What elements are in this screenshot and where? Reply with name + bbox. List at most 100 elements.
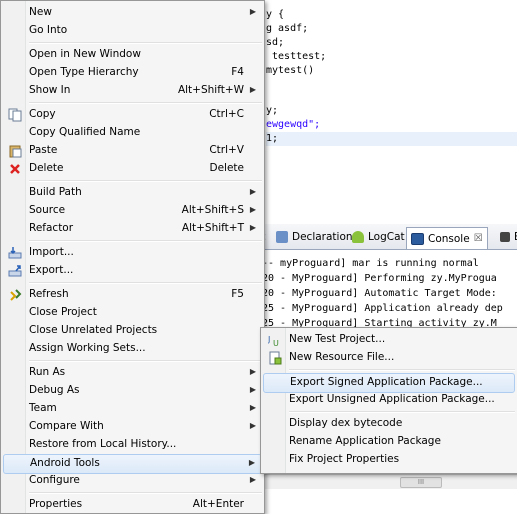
scrollbar-thumb[interactable]: III	[400, 477, 442, 488]
code-line: y;	[266, 105, 279, 116]
menu-item-new-test-project[interactable]: J U New Test Project...	[263, 331, 515, 349]
submenu-arrow-icon: ▶	[249, 223, 256, 232]
tab-logcat[interactable]: LogCat	[348, 227, 409, 247]
delete-icon	[7, 161, 23, 177]
menu-item-import[interactable]: Import...	[3, 244, 262, 262]
menu-item-label: Refresh	[29, 288, 69, 300]
menu-separator	[29, 492, 262, 494]
console-icon	[411, 232, 424, 245]
android-tools-submenu: J U New Test Project... New Resource File..…	[260, 327, 517, 474]
menu-item-label: Copy Qualified Name	[29, 126, 141, 138]
menu-item-shortcut: Alt+Enter	[192, 498, 244, 510]
menu-item-shortcut: Delete	[209, 162, 245, 174]
menu-item-new-resource-file[interactable]: New Resource File...	[263, 349, 515, 367]
menu-item-show-in[interactable]: Show In Alt+Shift+W ▶	[3, 82, 262, 100]
menu-item-label: Open Type Hierarchy	[29, 66, 139, 78]
menu-item-shortcut: Ctrl+V	[209, 144, 244, 156]
menu-separator	[29, 360, 262, 362]
code-line: y {	[266, 9, 285, 20]
submenu-arrow-icon: ▶	[249, 205, 256, 214]
menu-item-label: Copy	[29, 108, 56, 120]
new-resource-icon	[267, 350, 283, 366]
view-tab-bar: c Declaration LogCat Console ☒ E	[260, 224, 517, 250]
declaration-icon	[276, 231, 288, 243]
code-line: sd;	[266, 37, 285, 48]
horizontal-scrollbar[interactable]: III	[260, 474, 517, 489]
menu-item-label: Open in New Window	[29, 48, 141, 60]
menu-item-label: Properties	[29, 498, 83, 510]
menu-item-label: Close Project	[29, 306, 97, 318]
code-line: testtest;	[266, 51, 327, 62]
menu-separator	[29, 180, 262, 182]
menu-item-label: Export Signed Application Package...	[290, 376, 483, 388]
menu-item-label: Compare With	[29, 420, 104, 432]
menu-item-source[interactable]: Source Alt+Shift+S ▶	[3, 202, 262, 220]
menu-item-label: Restore from Local History...	[29, 438, 177, 450]
menu-item-label: Assign Working Sets...	[29, 342, 146, 354]
menu-item-android-tools[interactable]: Android Tools ▶	[3, 454, 262, 474]
menu-item-go-into[interactable]: Go Into	[3, 22, 262, 40]
menu-item-copy-qualified-name[interactable]: Copy Qualified Name	[3, 124, 262, 142]
menu-item-export-unsigned-application-package[interactable]: Export Unsigned Application Package...	[263, 391, 515, 409]
menu-item-refresh[interactable]: Refresh F5	[3, 286, 262, 304]
menu-item-close-project[interactable]: Close Project	[3, 304, 262, 322]
submenu-arrow-icon: ▶	[249, 187, 256, 196]
console-line: 25 - MyProguard] Application already dep	[262, 303, 503, 314]
console-line: 20 - MyProguard] Performing zy.MyProgua	[262, 273, 497, 284]
menu-item-label: Refactor	[29, 222, 74, 234]
menu-item-refactor[interactable]: Refactor Alt+Shift+T ▶	[3, 220, 262, 238]
menu-item-new[interactable]: New ▶	[3, 4, 262, 22]
menu-item-label: Source	[29, 204, 66, 216]
menu-item-shortcut: Alt+Shift+W	[177, 84, 244, 96]
menu-item-label: New Test Project...	[289, 333, 386, 345]
paste-icon	[7, 143, 23, 159]
menu-item-label: New Resource File...	[289, 351, 395, 363]
menu-separator	[289, 411, 515, 413]
menu-item-export-signed-application-package[interactable]: Export Signed Application Package...	[263, 373, 515, 393]
menu-item-compare-with[interactable]: Compare With ▶	[3, 418, 262, 436]
menu-item-restore-from-local-history[interactable]: Restore from Local History...	[3, 436, 262, 454]
android-logcat-icon	[352, 231, 364, 243]
menu-item-run-as[interactable]: Run As ▶	[3, 364, 262, 382]
menu-item-label: Close Unrelated Projects	[29, 324, 158, 336]
copy-icon	[7, 107, 23, 123]
code-line: ewgewqd";	[266, 119, 321, 130]
menu-item-label: Fix Project Properties	[289, 453, 400, 465]
menu-separator	[289, 369, 515, 371]
menu-item-debug-as[interactable]: Debug As ▶	[3, 382, 262, 400]
refresh-icon	[7, 287, 23, 303]
menu-item-properties[interactable]: Properties Alt+Enter	[3, 496, 262, 514]
menu-item-rename-application-package[interactable]: Rename Application Package	[263, 433, 515, 451]
menu-item-configure[interactable]: Configure ▶	[3, 472, 262, 490]
code-line: 1;	[266, 132, 517, 146]
menu-item-label: Go Into	[29, 24, 68, 36]
menu-item-close-unrelated-projects[interactable]: Close Unrelated Projects	[3, 322, 262, 340]
tab-declaration[interactable]: Declaration	[272, 227, 357, 247]
menu-item-paste[interactable]: Paste Ctrl+V	[3, 142, 262, 160]
submenu-arrow-icon: ▶	[249, 475, 256, 484]
menu-item-open-type-hierarchy[interactable]: Open Type Hierarchy F4	[3, 64, 262, 82]
tab-console[interactable]: Console ☒	[406, 227, 488, 249]
menu-item-build-path[interactable]: Build Path ▶	[3, 184, 262, 202]
menu-item-copy[interactable]: Copy Ctrl+C	[3, 106, 262, 124]
context-menu: New ▶ Go Into Open in New Window Open Type H…	[0, 0, 265, 514]
menu-item-export[interactable]: Export...	[3, 262, 262, 280]
menu-item-label: Import...	[29, 246, 74, 258]
junit-test-icon: JU	[267, 332, 283, 348]
menu-item-delete[interactable]: Delete Delete	[3, 160, 262, 178]
tab-other[interactable]: E	[496, 227, 517, 247]
menu-item-label: Export Unsigned Application Package...	[289, 393, 495, 405]
menu-separator	[29, 240, 262, 242]
menu-item-shortcut: F4	[231, 66, 244, 78]
menu-item-display-dex-bytecode[interactable]: Display dex bytecode	[263, 415, 515, 433]
submenu-arrow-icon: ▶	[248, 458, 255, 467]
submenu-arrow-icon: ▶	[249, 85, 256, 94]
menu-separator	[29, 42, 262, 44]
menu-item-assign-working-sets[interactable]: Assign Working Sets...	[3, 340, 262, 358]
import-icon	[7, 245, 23, 261]
menu-item-label: Run As	[29, 366, 66, 378]
menu-item-open-in-new-window[interactable]: Open in New Window	[3, 46, 262, 64]
close-icon[interactable]: ☒	[474, 233, 483, 244]
menu-item-team[interactable]: Team ▶	[3, 400, 262, 418]
menu-item-fix-project-properties[interactable]: Fix Project Properties	[263, 451, 515, 469]
